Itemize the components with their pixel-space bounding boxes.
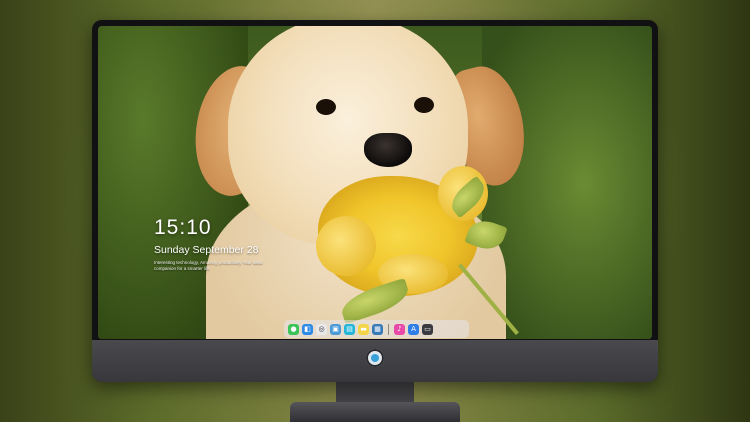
monitor-chin (92, 340, 658, 382)
wallpaper-foliage-right (482, 26, 652, 339)
puppy-eye-right (414, 97, 434, 113)
photos-icon[interactable]: ▣ (330, 323, 341, 335)
lock-screen-tagline: Interesting technology, Amazing producti… (154, 260, 263, 271)
messages-icon[interactable]: ● (288, 323, 299, 335)
monitor: 15:10 Sunday September 28 Interesting te… (92, 20, 658, 382)
desktop-background: 15:10 Sunday September 28 Interesting te… (0, 0, 750, 422)
brand-logo-icon (366, 349, 384, 367)
rose-petal (316, 216, 376, 276)
puppy-nose (364, 133, 412, 167)
terminal-icon[interactable]: ▭ (422, 323, 433, 335)
dock-separator (388, 323, 389, 335)
puppy-eye-left (316, 99, 336, 115)
dock: ● ◧ ◎ ▣ ▤ ▬ ▦ ♪ A ▭ (284, 320, 469, 338)
notes-icon[interactable]: ▬ (358, 323, 369, 335)
finder-icon[interactable]: ◧ (302, 323, 313, 335)
lock-screen-date: Sunday September 28 (154, 244, 259, 256)
monitor-stand-neck (336, 382, 414, 404)
safari-icon[interactable]: ◎ (316, 323, 327, 335)
preview-icon[interactable]: ▦ (372, 323, 383, 335)
store-icon[interactable]: A (408, 323, 419, 335)
appstore-icon[interactable]: ▤ (344, 323, 355, 335)
lock-screen-clock: 15:10 (154, 216, 212, 239)
music-icon[interactable]: ♪ (394, 323, 405, 335)
screen[interactable]: 15:10 Sunday September 28 Interesting te… (98, 26, 652, 339)
monitor-stand-base (290, 402, 460, 422)
